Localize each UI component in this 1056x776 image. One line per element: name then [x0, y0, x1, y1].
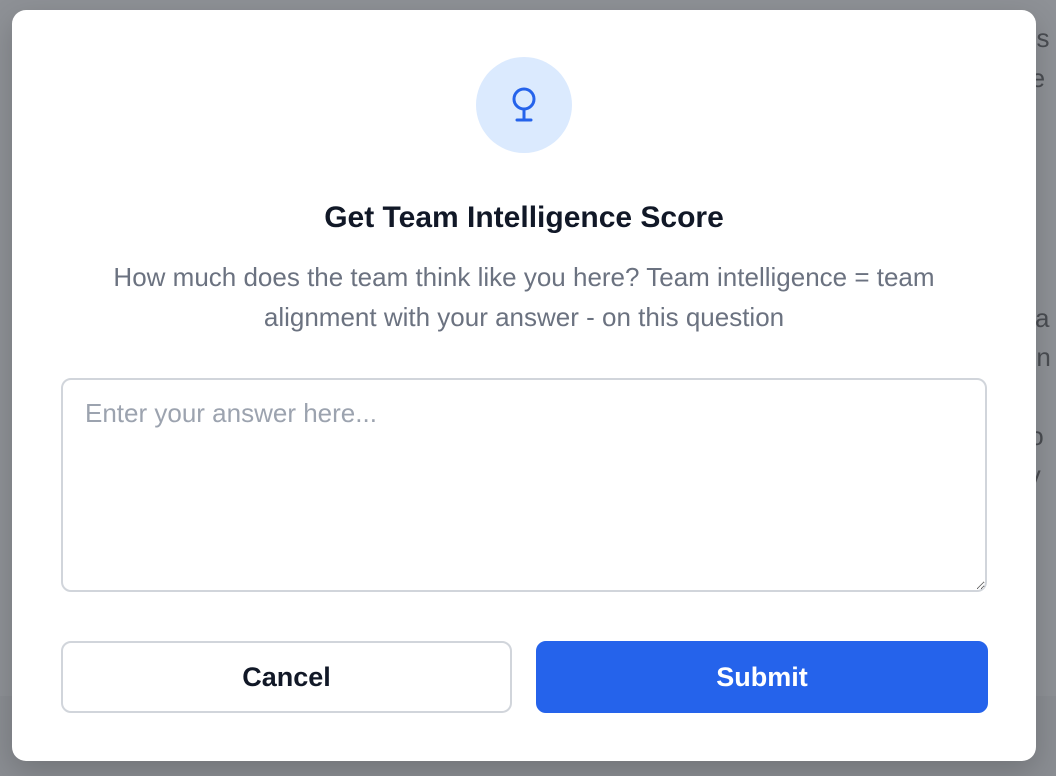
icon-badge [476, 57, 572, 153]
modal-description: How much does the team think like you he… [113, 262, 935, 332]
cancel-button[interactable]: Cancel [61, 641, 512, 713]
answer-input[interactable] [61, 378, 987, 592]
team-intelligence-modal: Get Team Intelligence Score How much doe… [12, 10, 1036, 761]
modal-title: Get Team Intelligence Score [324, 201, 724, 234]
lightbulb-icon [512, 87, 536, 122]
submit-button[interactable]: Submit [536, 641, 988, 713]
